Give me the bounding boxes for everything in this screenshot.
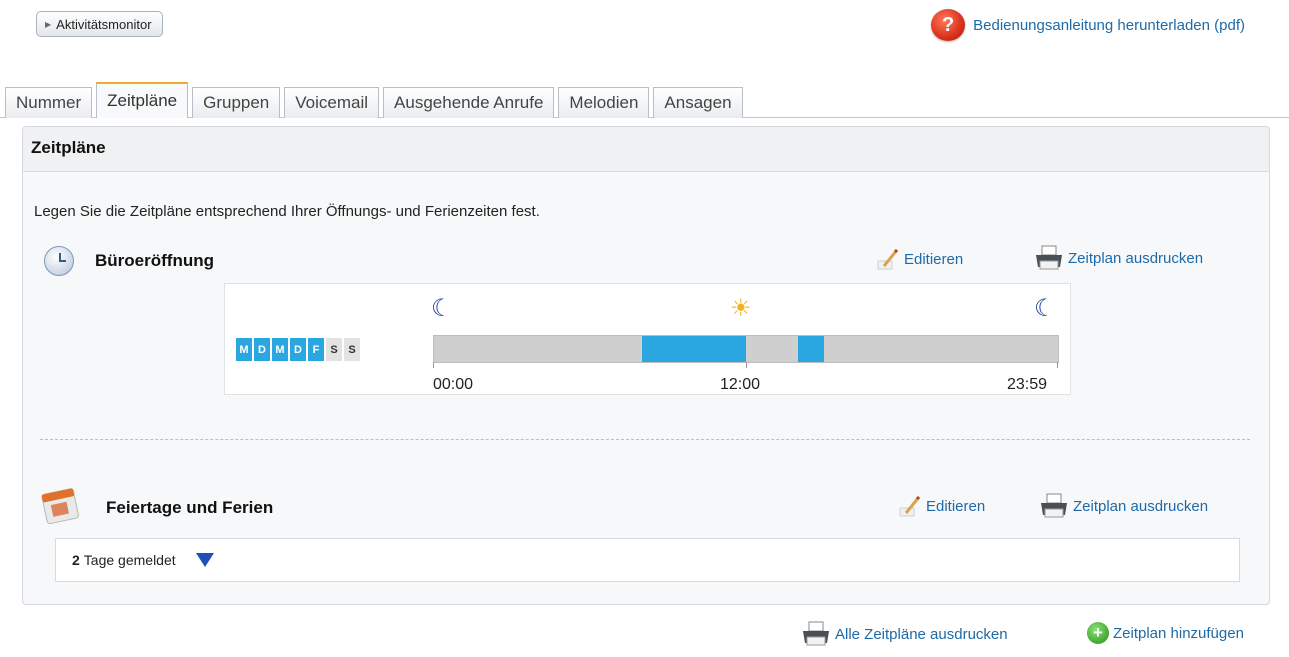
tab-label: Melodien <box>569 93 639 112</box>
section-divider <box>40 439 1250 440</box>
tab-ansagen[interactable]: Ansagen <box>653 87 743 118</box>
printer-icon <box>1036 245 1062 270</box>
tab-melodien[interactable]: Melodien <box>558 87 650 118</box>
triangle-right-icon: ▶ <box>45 19 52 29</box>
tab-label: Voicemail <box>295 93 369 112</box>
holidays-edit-label: Editieren <box>926 497 986 515</box>
panel-intro-text: Legen Sie die Zeitpläne entsprechend Ihr… <box>34 203 540 220</box>
manual-download-link[interactable]: ? Bedienungsanleitung herunterladen (pdf… <box>931 9 1245 41</box>
pencil-icon <box>876 247 900 271</box>
moon-icon: ☾ <box>431 295 453 322</box>
holidays-print-label: Zeitplan ausdrucken <box>1073 497 1209 515</box>
time-end-label: 23:59 <box>1007 376 1048 393</box>
timeline-tick <box>746 362 747 368</box>
add-schedule-link[interactable]: + Zeitplan hinzufügen <box>1087 622 1244 644</box>
printer-icon <box>803 621 829 646</box>
calendar-icon <box>41 488 79 525</box>
weekday-toggle[interactable]: S <box>344 338 360 361</box>
moon-icon: ☾ <box>1034 295 1056 322</box>
holidays-title: Feiertage und Ferien <box>106 498 274 517</box>
tab-ausgehende-anrufe[interactable]: Ausgehende Anrufe <box>383 87 555 118</box>
weekday-selector: MDMDFSS <box>236 338 362 361</box>
weekday-toggle[interactable]: D <box>254 338 270 361</box>
office-print-label: Zeitplan ausdrucken <box>1068 249 1204 267</box>
weekday-toggle[interactable]: F <box>308 338 324 361</box>
expand-arrow-icon[interactable] <box>195 553 214 567</box>
weekday-toggle[interactable]: D <box>290 338 306 361</box>
tab-voicemail[interactable]: Voicemail <box>284 87 380 118</box>
manual-download-label: Bedienungsanleitung herunterladen (pdf) <box>973 16 1245 34</box>
printer-icon <box>1041 493 1067 518</box>
help-icon: ? <box>931 9 966 41</box>
tab-gruppen[interactable]: Gruppen <box>192 87 281 118</box>
timeline-tick <box>1057 362 1058 368</box>
clock-icon <box>44 246 74 276</box>
time-start-label: 00:00 <box>433 376 474 393</box>
day-timeline[interactable] <box>433 335 1059 368</box>
panel-title: Zeitpläne <box>31 138 106 157</box>
holidays-print-link[interactable]: Zeitplan ausdrucken <box>1039 493 1208 519</box>
print-all-link[interactable]: Alle Zeitpläne ausdrucken <box>801 621 1008 647</box>
tab-bar: Nummer Zeitpläne Gruppen Voicemail Ausge… <box>5 82 747 118</box>
add-schedule-label: Zeitplan hinzufügen <box>1113 624 1244 642</box>
holidays-count-label: Tage gemeldet <box>83 552 176 568</box>
activity-monitor-button[interactable]: ▶ Aktivitätsmonitor <box>36 11 163 37</box>
office-edit-link[interactable]: Editieren <box>876 247 963 271</box>
open-hours-segment[interactable] <box>642 336 746 362</box>
tab-label: Ausgehende Anrufe <box>394 93 544 112</box>
activity-monitor-label: Aktivitätsmonitor <box>56 16 152 32</box>
tab-zeitplaene[interactable]: Zeitpläne <box>96 82 189 118</box>
timeline-tick <box>433 362 434 368</box>
pencil-icon <box>898 494 922 518</box>
panel-header <box>23 127 1269 172</box>
tab-label: Gruppen <box>203 93 270 112</box>
print-all-label: Alle Zeitpläne ausdrucken <box>835 625 1008 643</box>
weekday-toggle[interactable]: S <box>326 338 342 361</box>
holidays-summary[interactable]: 2 Tage gemeldet <box>55 538 1240 582</box>
weekday-toggle[interactable]: M <box>272 338 288 361</box>
tab-label: Nummer <box>16 93 82 112</box>
holidays-count: 2 <box>72 552 80 568</box>
holidays-edit-link[interactable]: Editieren <box>898 494 985 518</box>
plus-icon: + <box>1087 622 1109 644</box>
weekday-toggle[interactable]: M <box>236 338 252 361</box>
tab-label: Zeitpläne <box>107 91 178 110</box>
sun-icon: ☀ <box>730 295 752 322</box>
office-print-link[interactable]: Zeitplan ausdrucken <box>1034 245 1203 271</box>
open-hours-segment[interactable] <box>798 336 824 362</box>
office-edit-label: Editieren <box>904 250 964 268</box>
tab-nummer[interactable]: Nummer <box>5 87 93 118</box>
time-mid-label: 12:00 <box>720 376 761 393</box>
tab-label: Ansagen <box>664 93 732 112</box>
office-hours-title: Büroeröffnung <box>95 251 214 270</box>
